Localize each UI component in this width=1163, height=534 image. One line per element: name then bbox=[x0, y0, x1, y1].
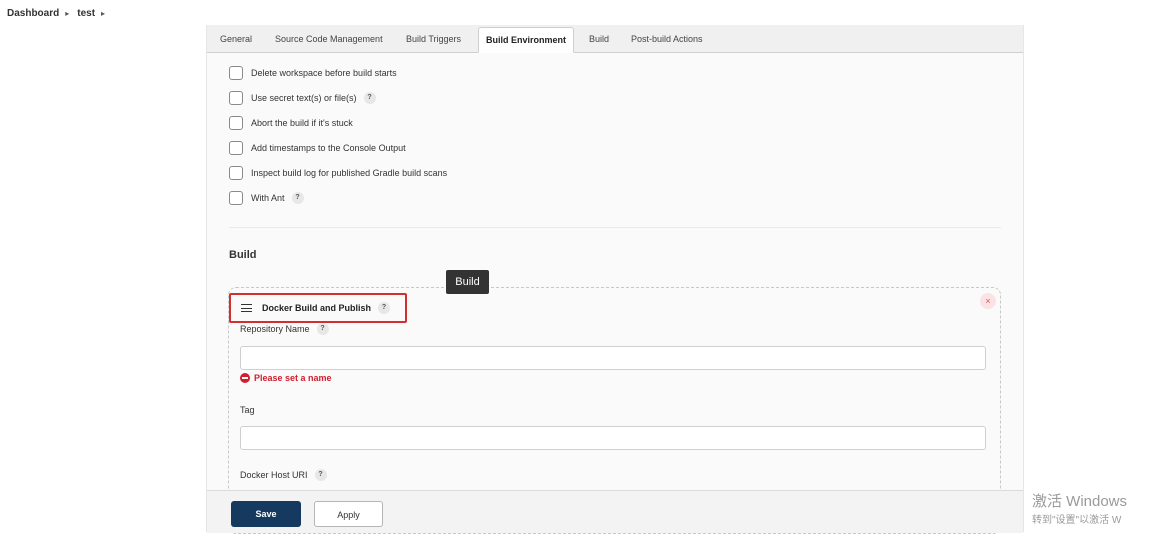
breadcrumb-chevron-icon[interactable]: ▸ bbox=[101, 9, 105, 18]
secret-text-label: Use secret text(s) or file(s) bbox=[251, 93, 357, 103]
tag-label: Tag bbox=[240, 405, 255, 415]
tab-general[interactable]: General bbox=[216, 27, 256, 51]
docker-host-uri-label: Docker Host URI ? bbox=[240, 469, 327, 481]
delete-workspace-label: Delete workspace before build starts bbox=[251, 68, 397, 78]
error-message: Please set a name bbox=[254, 373, 332, 383]
with-ant-checkbox[interactable] bbox=[229, 191, 243, 205]
help-icon[interactable]: ? bbox=[314, 469, 327, 481]
repository-name-label-text: Repository Name bbox=[240, 324, 310, 334]
option-add-timestamps: Add timestamps to the Console Output bbox=[229, 140, 406, 156]
gradle-scans-checkbox[interactable] bbox=[229, 166, 243, 180]
help-icon[interactable]: ? bbox=[363, 92, 376, 104]
tab-post-build-actions[interactable]: Post-build Actions bbox=[627, 27, 707, 51]
build-section-title: Build bbox=[229, 249, 257, 261]
tab-build-triggers[interactable]: Build Triggers bbox=[402, 27, 465, 51]
step-title: Docker Build and Publish bbox=[262, 303, 372, 313]
drag-handle-icon[interactable] bbox=[241, 304, 252, 312]
config-panel: General Source Code Management Build Tri… bbox=[206, 25, 1024, 534]
with-ant-label: With Ant bbox=[251, 193, 285, 203]
help-icon[interactable]: ? bbox=[291, 192, 304, 204]
option-delete-workspace: Delete workspace before build starts bbox=[229, 65, 397, 81]
watermark-line-2: 转到"设置"以激活 W bbox=[1032, 515, 1122, 526]
secret-text-checkbox[interactable] bbox=[229, 91, 243, 105]
build-tooltip: Build bbox=[446, 270, 489, 294]
breadcrumb: Dashboard ▸ test ▸ bbox=[7, 5, 113, 21]
config-tabs: General Source Code Management Build Tri… bbox=[207, 25, 1023, 53]
help-icon[interactable]: ? bbox=[316, 323, 329, 335]
save-button[interactable]: Save bbox=[231, 501, 301, 527]
tab-source-code-management[interactable]: Source Code Management bbox=[271, 27, 387, 51]
gradle-scans-label: Inspect build log for published Gradle b… bbox=[251, 168, 448, 178]
tab-build-environment[interactable]: Build Environment bbox=[478, 27, 575, 53]
close-icon[interactable]: × bbox=[980, 293, 996, 309]
section-divider bbox=[229, 227, 1001, 228]
tab-build[interactable]: Build bbox=[585, 27, 613, 51]
repository-name-error: Please set a name bbox=[240, 373, 332, 383]
apply-button[interactable]: Apply bbox=[314, 501, 383, 527]
watermark-line-1: 激活 Windows bbox=[1032, 493, 1128, 510]
breadcrumb-dashboard[interactable]: Dashboard bbox=[7, 8, 59, 19]
bottom-action-bar: Save Apply bbox=[207, 490, 1023, 533]
delete-workspace-checkbox[interactable] bbox=[229, 66, 243, 80]
breadcrumb-test[interactable]: test bbox=[77, 8, 95, 19]
abort-if-stuck-label: Abort the build if it's stuck bbox=[251, 118, 353, 128]
breadcrumb-chevron-icon[interactable]: ▸ bbox=[65, 9, 69, 18]
windows-activation-watermark: 激活 Windows 转到"设置"以激活 W bbox=[1032, 493, 1127, 528]
abort-if-stuck-checkbox[interactable] bbox=[229, 116, 243, 130]
add-timestamps-label: Add timestamps to the Console Output bbox=[251, 143, 406, 153]
help-icon[interactable]: ? bbox=[378, 302, 391, 314]
option-gradle-scans: Inspect build log for published Gradle b… bbox=[229, 165, 447, 181]
option-with-ant: With Ant ? bbox=[229, 190, 304, 206]
repository-name-label: Repository Name ? bbox=[240, 323, 329, 335]
repository-name-input[interactable] bbox=[240, 346, 986, 370]
tag-label-text: Tag bbox=[240, 405, 255, 415]
add-timestamps-checkbox[interactable] bbox=[229, 141, 243, 155]
error-icon bbox=[240, 373, 250, 383]
option-secret-text: Use secret text(s) or file(s) ? bbox=[229, 90, 376, 106]
step-header: Docker Build and Publish ? bbox=[229, 293, 407, 323]
docker-host-uri-label-text: Docker Host URI bbox=[240, 470, 308, 480]
option-abort-if-stuck: Abort the build if it's stuck bbox=[229, 115, 353, 131]
tag-input[interactable] bbox=[240, 426, 986, 450]
